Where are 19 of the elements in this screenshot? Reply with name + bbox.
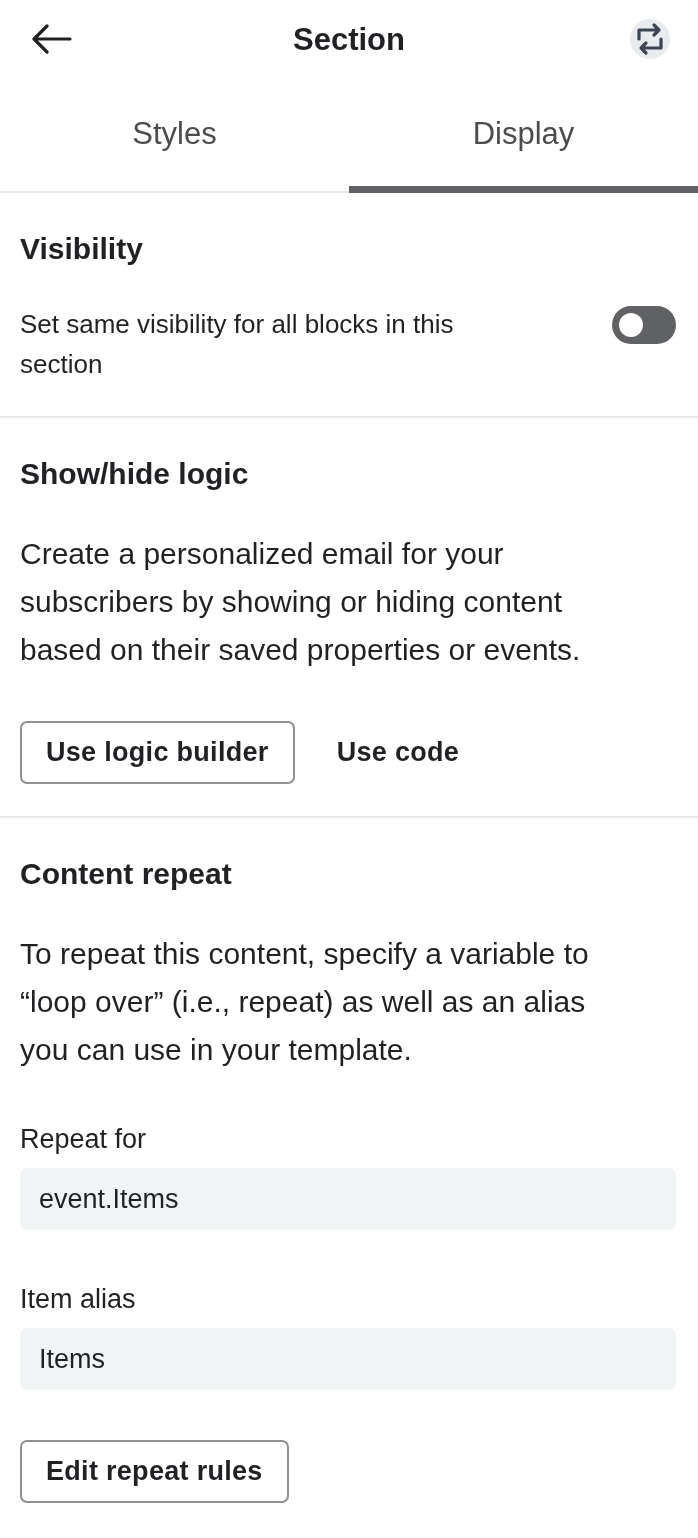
field-label: Repeat for [20, 1123, 148, 1155]
field-label: Item alias [20, 1283, 137, 1315]
swap-arrows-icon[interactable] [630, 19, 670, 59]
section-heading: Show/hide logic [20, 456, 250, 492]
outlined-button[interactable]: Use logic builder [20, 721, 295, 784]
tab[interactable]: Styles [0, 82, 349, 193]
toggle-label: Set same visibility for all blocks in this section [20, 308, 455, 381]
tab[interactable]: Display [349, 82, 698, 193]
input-field[interactable]: event.Items [20, 1168, 676, 1230]
section-description: To repeat this content, specify a variable to “loop over” (i.e., repeat) as well as an alias you can use in your template. [20, 936, 590, 1068]
section-heading: Content repeat [20, 856, 233, 892]
input-field[interactable]: Items [20, 1328, 676, 1390]
toggle-switch[interactable] [612, 306, 676, 344]
back-arrow-icon[interactable] [32, 24, 72, 54]
outlined-button[interactable]: Edit repeat rules [20, 1440, 289, 1503]
text-button[interactable]: Use code [336, 721, 460, 784]
section-description: Create a personalized email for your subscribers by showing or hiding content based on their saved properties or events. [20, 536, 582, 668]
section-heading: Visibility [20, 231, 144, 267]
page-title: Section [293, 22, 405, 58]
